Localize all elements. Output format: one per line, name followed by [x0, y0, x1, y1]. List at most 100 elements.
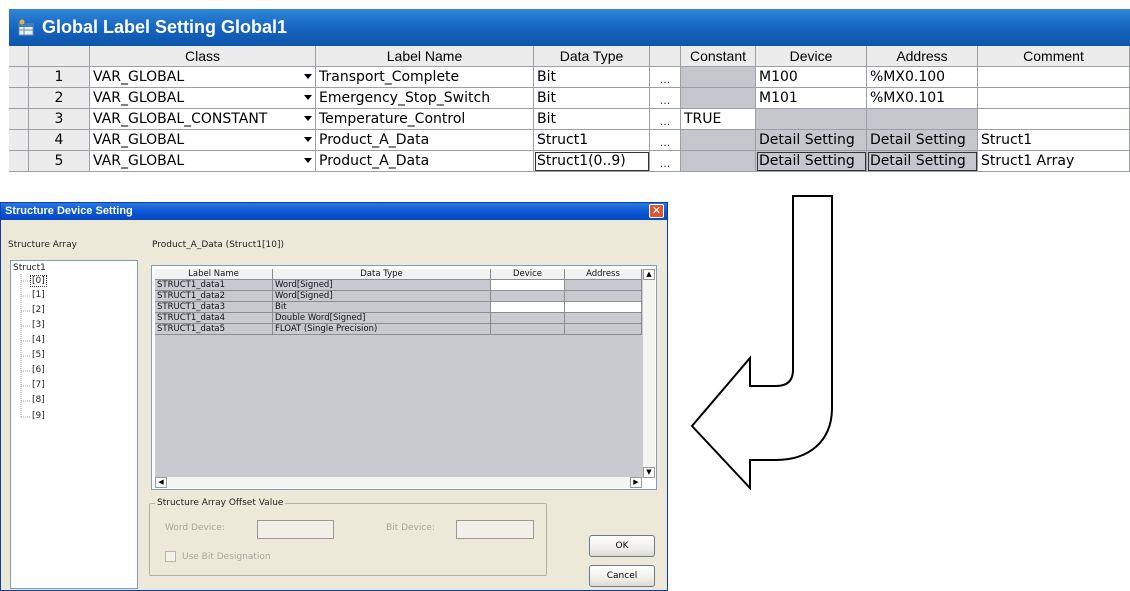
constant-cell[interactable]	[681, 88, 756, 109]
member-device-input[interactable]	[491, 291, 565, 302]
data-type-cell[interactable]: Bit	[534, 109, 650, 130]
data-type-cell[interactable]: Struct1	[534, 130, 650, 151]
dropdown-arrow-icon[interactable]	[304, 137, 312, 142]
constant-cell[interactable]	[681, 67, 756, 88]
member-address	[565, 291, 642, 302]
row-selector[interactable]	[9, 109, 29, 130]
comment-cell[interactable]: Struct1 Array	[978, 151, 1130, 172]
header-device[interactable]: Device	[491, 269, 565, 280]
class-select[interactable]: VAR_GLOBAL	[90, 67, 316, 88]
device-cell[interactable]: M101	[756, 88, 867, 109]
global-label-title: Global Label Setting Global1	[42, 17, 288, 37]
member-label: STRUCT1_data4	[155, 313, 273, 324]
tree-item-4[interactable]: [4]	[32, 335, 45, 345]
scroll-up-icon[interactable]: ▲	[643, 269, 655, 280]
tree-item-0[interactable]: [0]	[30, 275, 47, 287]
address-detail-setting-cell[interactable]: Detail Setting	[867, 130, 978, 151]
address-cell[interactable]: %MX0.101	[867, 88, 978, 109]
row-selector[interactable]	[9, 151, 29, 172]
vertical-scrollbar[interactable]: ▲ ▼	[642, 269, 655, 478]
class-select[interactable]: VAR_GLOBAL	[90, 130, 316, 151]
row-selector[interactable]	[9, 88, 29, 109]
class-select[interactable]: VAR_GLOBAL	[90, 88, 316, 109]
label-name-cell[interactable]: Temperature_Control	[316, 109, 534, 130]
structure-array-tree[interactable]: Struct1 [0] [1] [2] [3] [4] [5] [6] [7] …	[10, 260, 138, 589]
address-cell[interactable]: %MX0.100	[867, 67, 978, 88]
data-type-browse-button[interactable]: ...	[650, 151, 681, 172]
header-class[interactable]: Class	[90, 46, 316, 67]
header-label-name[interactable]: Label Name	[155, 269, 273, 280]
dropdown-arrow-icon[interactable]	[304, 95, 312, 100]
dropdown-arrow-icon[interactable]	[304, 158, 312, 163]
structure-device-setting-dialog: Structure Device Setting ✕ Structure Arr…	[0, 202, 668, 591]
member-device-input[interactable]	[491, 324, 565, 335]
tree-item-9[interactable]: [9]	[32, 411, 45, 421]
comment-cell[interactable]: Struct1	[978, 130, 1130, 151]
data-type-cell[interactable]: Bit	[534, 88, 650, 109]
class-select[interactable]: VAR_GLOBAL	[90, 151, 316, 172]
header-data-type[interactable]: Data Type	[273, 269, 491, 280]
dropdown-arrow-icon[interactable]	[304, 74, 312, 79]
tree-item-7[interactable]: [7]	[32, 380, 45, 390]
address-detail-setting-cell[interactable]: Detail Setting	[867, 151, 978, 172]
horizontal-scrollbar[interactable]: ◀ ▶	[155, 476, 642, 488]
device-detail-setting-cell[interactable]: Detail Setting	[756, 130, 867, 151]
header-device[interactable]: Device	[756, 46, 867, 67]
curved-arrow-icon	[690, 195, 833, 490]
member-device-input[interactable]	[491, 313, 565, 324]
tree-item-1[interactable]: [1]	[32, 290, 45, 300]
dropdown-arrow-icon[interactable]	[304, 116, 312, 121]
header-data-type[interactable]: Data Type	[534, 46, 650, 67]
data-type-browse-button[interactable]: ...	[650, 88, 681, 109]
tree-item-8[interactable]: [8]	[32, 395, 45, 405]
device-detail-setting-cell[interactable]: Detail Setting	[756, 151, 867, 172]
close-icon[interactable]: ✕	[649, 204, 664, 218]
member-address	[565, 302, 642, 313]
offset-group-label: Structure Array Offset Value	[155, 498, 286, 508]
header-address[interactable]: Address	[867, 46, 978, 67]
constant-cell[interactable]: TRUE	[681, 109, 756, 130]
tree-item-2[interactable]: [2]	[32, 305, 45, 315]
cancel-button[interactable]: Cancel	[589, 565, 655, 587]
header-constant[interactable]: Constant	[681, 46, 756, 67]
comment-cell[interactable]	[978, 67, 1130, 88]
device-cell[interactable]: M100	[756, 67, 867, 88]
bit-device-input[interactable]	[456, 520, 534, 539]
header-address[interactable]: Address	[565, 269, 642, 280]
label-name-cell[interactable]: Product_A_Data	[316, 151, 534, 172]
scroll-right-icon[interactable]: ▶	[630, 477, 642, 488]
data-type-cell[interactable]: Struct1(0..9)	[534, 151, 650, 172]
class-select[interactable]: VAR_GLOBAL_CONSTANT	[90, 109, 316, 130]
tree-item-3[interactable]: [3]	[32, 320, 45, 330]
row-selector[interactable]	[9, 67, 29, 88]
comment-cell[interactable]	[978, 88, 1130, 109]
label-name-cell[interactable]: Emergency_Stop_Switch	[316, 88, 534, 109]
tree-item-5[interactable]: [5]	[32, 350, 45, 360]
device-cell[interactable]	[756, 109, 867, 130]
comment-cell[interactable]	[978, 109, 1130, 130]
label-name-cell[interactable]: Transport_Complete	[316, 67, 534, 88]
member-device-input[interactable]	[491, 302, 565, 313]
tree-item-6[interactable]: [6]	[32, 365, 45, 375]
data-type-browse-button[interactable]: ...	[650, 109, 681, 130]
word-device-label: Word Device:	[165, 523, 225, 533]
header-comment[interactable]: Comment	[978, 46, 1130, 67]
class-value: VAR_GLOBAL	[93, 90, 185, 106]
scroll-down-icon[interactable]: ▼	[643, 467, 655, 478]
constant-cell[interactable]	[681, 130, 756, 151]
tree-root[interactable]: Struct1	[13, 263, 46, 273]
ok-button[interactable]: OK	[589, 535, 655, 557]
label-name-cell[interactable]: Product_A_Data	[316, 130, 534, 151]
row-selector[interactable]	[9, 130, 29, 151]
header-label-name[interactable]: Label Name	[316, 46, 534, 67]
member-label: STRUCT1_data1	[155, 280, 273, 291]
data-type-browse-button[interactable]: ...	[650, 130, 681, 151]
word-device-input[interactable]	[257, 520, 334, 539]
member-device-input[interactable]	[491, 280, 565, 291]
data-type-cell[interactable]: Bit	[534, 67, 650, 88]
data-type-browse-button[interactable]: ...	[650, 67, 681, 88]
constant-cell[interactable]	[681, 151, 756, 172]
use-bit-checkbox[interactable]	[165, 551, 176, 562]
address-cell[interactable]	[867, 109, 978, 130]
scroll-left-icon[interactable]: ◀	[155, 477, 167, 488]
